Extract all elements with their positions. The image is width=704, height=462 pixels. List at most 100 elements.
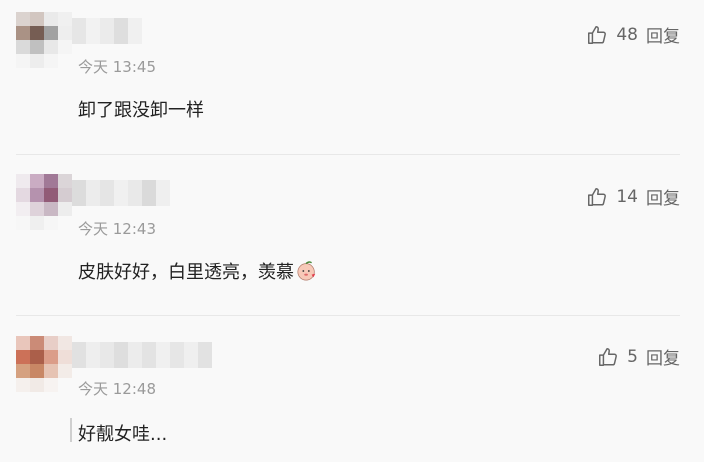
username-blur-block <box>86 18 100 44</box>
avatar-pixel <box>30 188 44 202</box>
username-blur-block <box>128 18 142 44</box>
avatar-pixel <box>44 174 58 188</box>
comment-text: 卸了跟没卸一样 <box>78 100 204 121</box>
username-blur-block <box>86 342 100 368</box>
avatar-pixel <box>58 378 72 392</box>
avatar-pixel <box>44 364 58 378</box>
comment-time: 今天 12:43 <box>78 220 156 238</box>
thumbs-up-icon[interactable] <box>586 186 608 208</box>
text-cursor <box>70 418 72 442</box>
avatar-pixel <box>44 378 58 392</box>
avatar-pixel <box>30 174 44 188</box>
avatar-pixel <box>16 188 30 202</box>
like-count[interactable]: 48 <box>616 25 638 45</box>
username-blur-block <box>156 180 170 206</box>
username-blur-block <box>142 180 156 206</box>
avatar-pixel <box>58 216 72 230</box>
username-blur-block <box>114 180 128 206</box>
avatar-pixel <box>58 350 72 364</box>
username-blurred[interactable] <box>72 342 212 368</box>
username-blur-block <box>100 180 114 206</box>
username-blurred[interactable] <box>72 180 170 206</box>
avatar-pixel <box>16 40 30 54</box>
comment-text-content: 皮肤好好，白里透亮，羡慕 <box>78 262 294 283</box>
avatar-pixel <box>30 350 44 364</box>
comment-text: 好靓女哇... <box>78 424 168 445</box>
avatar[interactable] <box>16 336 72 392</box>
username-blur-block <box>100 18 114 44</box>
avatar-pixel <box>16 54 30 68</box>
avatar-pixel <box>58 26 72 40</box>
avatar-pixel <box>16 26 30 40</box>
avatar-pixel <box>16 364 30 378</box>
comment-time: 今天 13:45 <box>78 58 156 76</box>
comment-actions: 5 回复 <box>597 344 680 369</box>
username-blur-block <box>184 342 198 368</box>
username-blur-block <box>100 342 114 368</box>
avatar-pixel <box>16 202 30 216</box>
username-blur-block <box>156 342 170 368</box>
reply-button[interactable]: 回复 <box>646 344 680 369</box>
avatar-pixel <box>30 378 44 392</box>
divider <box>16 315 680 316</box>
avatar-pixel <box>30 216 44 230</box>
avatar-pixel <box>44 336 58 350</box>
avatar-pixel <box>30 26 44 40</box>
avatar-pixel <box>58 202 72 216</box>
username-blur-block <box>86 180 100 206</box>
username-blur-block <box>114 18 128 44</box>
avatar-pixel <box>44 216 58 230</box>
reply-button[interactable]: 回复 <box>646 22 680 47</box>
like-count[interactable]: 5 <box>627 347 638 367</box>
peach-face-emoji-icon <box>297 261 316 281</box>
avatar-pixel <box>16 12 30 26</box>
username-blur-block <box>72 180 86 206</box>
avatar-pixel <box>44 40 58 54</box>
username-blurred[interactable] <box>72 18 142 44</box>
avatar-pixel <box>58 174 72 188</box>
avatar-pixel <box>58 40 72 54</box>
avatar-pixel <box>44 202 58 216</box>
avatar-pixel <box>30 202 44 216</box>
avatar-pixel <box>44 188 58 202</box>
avatar-pixel <box>16 378 30 392</box>
comment-item-3: 今天 12:48 好靓女哇... 5 回复 <box>0 336 704 462</box>
avatar-pixel <box>44 54 58 68</box>
divider <box>16 154 680 155</box>
avatar-pixel <box>58 336 72 350</box>
avatar-pixel <box>30 54 44 68</box>
avatar-pixel <box>44 350 58 364</box>
avatar-pixel <box>16 336 30 350</box>
username-blur-block <box>128 180 142 206</box>
username-blur-block <box>128 342 142 368</box>
thumbs-up-icon[interactable] <box>597 346 619 368</box>
avatar-pixel <box>16 216 30 230</box>
avatar-pixel <box>58 188 72 202</box>
username-blur-block <box>114 342 128 368</box>
comment-time: 今天 12:48 <box>78 380 156 398</box>
avatar-pixel <box>30 336 44 350</box>
username-blur-block <box>72 18 86 44</box>
comment-actions: 48 回复 <box>586 22 680 47</box>
comment-item-1: 今天 13:45 卸了跟没卸一样 48 回复 <box>0 12 704 142</box>
avatar-pixel <box>58 12 72 26</box>
avatar-pixel <box>44 26 58 40</box>
username-blur-block <box>142 342 156 368</box>
avatar-pixel <box>30 40 44 54</box>
avatar-pixel <box>44 12 58 26</box>
thumbs-up-icon[interactable] <box>586 24 608 46</box>
avatar-pixel <box>30 364 44 378</box>
username-blur-block <box>72 342 86 368</box>
like-count[interactable]: 14 <box>616 187 638 207</box>
avatar-pixel <box>58 364 72 378</box>
avatar[interactable] <box>16 174 72 230</box>
avatar[interactable] <box>16 12 72 68</box>
username-blur-block <box>198 342 212 368</box>
avatar-pixel <box>16 350 30 364</box>
comment-actions: 14 回复 <box>586 184 680 209</box>
reply-button[interactable]: 回复 <box>646 184 680 209</box>
comment-text: 皮肤好好，白里透亮，羡慕 <box>78 258 318 284</box>
avatar-pixel <box>58 54 72 68</box>
username-blur-block <box>170 342 184 368</box>
avatar-pixel <box>16 174 30 188</box>
